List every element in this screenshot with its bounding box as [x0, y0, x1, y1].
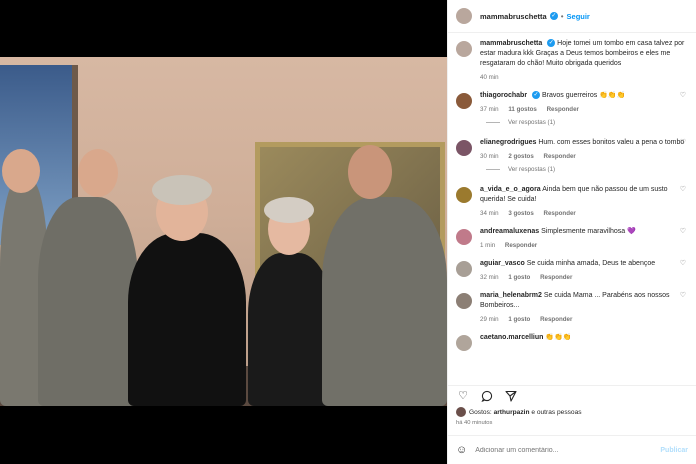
view-replies[interactable]: Ver respostas (1) [486, 119, 688, 126]
comment-username[interactable]: a_vida_e_o_agora [480, 186, 541, 193]
avatar[interactable] [456, 261, 472, 277]
comment-username[interactable]: caetano.marcelliun [480, 334, 543, 341]
reply-button[interactable]: Responder [540, 316, 572, 323]
comment-icon[interactable] [480, 389, 494, 403]
comment-time: 37 min [480, 106, 499, 113]
separator-dot: • [560, 11, 564, 21]
emoji-icon[interactable]: ☺ [456, 444, 467, 456]
verified-icon: ✓ [549, 12, 558, 20]
comment-text: Bravos guerreiros 👏👏👏 [541, 92, 626, 99]
person-4-hair [264, 197, 314, 223]
comment-username[interactable]: maria_helenabrm2 [480, 292, 542, 299]
comment-text: Simplesmente maravilhosa 💜 [541, 228, 636, 235]
comment-likes[interactable]: 2 gostos [508, 153, 533, 160]
comment-likes[interactable]: 1 gosto [508, 274, 530, 281]
reply-button[interactable]: Responder [540, 274, 572, 281]
person-3-hair [152, 175, 212, 205]
heart-icon[interactable]: ♡ [680, 291, 686, 299]
avatar[interactable] [456, 335, 472, 351]
instagram-post-view: mammabruschetta ✓ • Seguir mammabruschet… [0, 0, 696, 464]
comment-username[interactable]: aguiar_vasco [480, 260, 525, 267]
view-replies[interactable]: Ver respostas (1) [486, 166, 688, 173]
comment-time: 29 min [480, 316, 499, 323]
comment-time: 34 min [480, 210, 499, 217]
comment-username[interactable]: andreamaluxenas [480, 228, 539, 235]
share-icon[interactable] [504, 389, 518, 403]
post-media [0, 0, 447, 464]
post-photo[interactable] [0, 57, 447, 406]
comment-username[interactable]: elianegrodrigues [480, 139, 536, 146]
heart-icon[interactable]: ♡ [680, 91, 686, 99]
view-replies-label[interactable]: Ver respostas (1) [508, 119, 555, 126]
verified-icon: ✓ [547, 39, 556, 48]
person-3 [128, 233, 246, 406]
list-item: maria_helenabrm2 Se cuida Mama ... Parab… [456, 291, 688, 323]
heart-icon[interactable]: ♡ [680, 138, 686, 146]
follow-button[interactable]: Seguir [567, 12, 590, 21]
avatar[interactable] [456, 41, 472, 57]
likes-summary[interactable]: Gostos: arthurpazin e outras pessoas [456, 407, 582, 417]
list-item: a_vida_e_o_agora Ainda bem que não passo… [456, 185, 688, 217]
comment-text: Hum. com esses bonitos valeu a pena o to… [538, 139, 685, 146]
heart-icon[interactable]: ♡ [680, 185, 686, 193]
list-item: aguiar_vasco Se cuida minha amada, Deus … [456, 259, 688, 281]
comment-time: 30 min [480, 153, 499, 160]
comments-list[interactable]: mammabruschetta ✓ Hoje tomei um tombo em… [448, 33, 696, 385]
post-header: mammabruschetta ✓ • Seguir [448, 0, 696, 33]
avatar[interactable] [456, 293, 472, 309]
replies-line [486, 169, 500, 170]
likes-user[interactable]: arthurpazin [494, 409, 530, 416]
caption-time: 40 min [480, 74, 499, 81]
post-side-panel: mammabruschetta ✓ • Seguir mammabruschet… [447, 0, 696, 464]
list-item: elianegrodrigues Hum. com esses bonitos … [456, 138, 688, 160]
action-bar: ♡ [448, 385, 696, 405]
comment-time: 1 min [480, 242, 496, 249]
list-item: caetano.marcelliun 👏👏👏 [456, 333, 688, 351]
post-time: há 40 minutos [456, 420, 493, 426]
list-item: thiagorochabr ✓ Bravos guerreiros 👏👏👏 37… [456, 91, 688, 113]
caption: mammabruschetta ✓ Hoje tomei um tombo em… [456, 39, 688, 81]
person-2 [38, 197, 138, 406]
avatar[interactable] [456, 93, 472, 109]
reply-button[interactable]: Responder [544, 210, 576, 217]
avatar[interactable] [456, 140, 472, 156]
comment-input[interactable] [475, 446, 688, 454]
view-replies-label[interactable]: Ver respostas (1) [508, 166, 555, 173]
heart-icon[interactable]: ♡ [680, 259, 686, 267]
avatar[interactable] [456, 8, 472, 24]
person-2-head [78, 149, 118, 197]
post-button[interactable]: Publicar [660, 447, 688, 454]
comment-text: 👏👏👏 [545, 334, 572, 341]
likes-prefix: Gostos: [469, 408, 492, 416]
comment-username[interactable]: thiagorochabr [480, 92, 527, 99]
person-4 [248, 253, 332, 406]
caption-username[interactable]: mammabruschetta [480, 40, 542, 47]
avatar [456, 407, 466, 417]
comment-text: Se cuida minha amada, Deus te abençoe [526, 260, 656, 267]
comment-box: ☺ Publicar [448, 435, 696, 464]
comment-likes[interactable]: 3 gostos [508, 210, 533, 217]
heart-icon[interactable]: ♡ [680, 227, 686, 235]
heart-icon[interactable]: ♡ [456, 389, 470, 403]
reply-button[interactable]: Responder [505, 242, 537, 249]
comment-likes[interactable]: 11 gostos [508, 106, 537, 113]
reply-button[interactable]: Responder [547, 106, 579, 113]
likes-suffix[interactable]: e outras pessoas [531, 409, 581, 416]
comment-time: 32 min [480, 274, 499, 281]
comment-likes[interactable]: 1 gosto [508, 316, 530, 323]
reply-button[interactable]: Responder [544, 153, 576, 160]
verified-icon: ✓ [532, 91, 541, 100]
avatar[interactable] [456, 187, 472, 203]
avatar[interactable] [456, 229, 472, 245]
list-item: andreamaluxenas Simplesmente maravilhosa… [456, 227, 688, 249]
person-5 [322, 197, 447, 406]
person-1-head [2, 149, 40, 193]
replies-line [486, 122, 500, 123]
person-5-head [348, 145, 392, 199]
header-username[interactable]: mammabruschetta [480, 12, 547, 21]
